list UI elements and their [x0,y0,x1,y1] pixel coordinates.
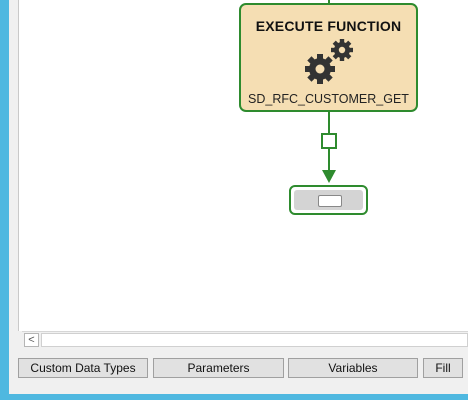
window-bottom-border [0,394,468,400]
end-node-body [294,190,363,210]
scroll-track[interactable] [41,333,468,347]
execute-function-node[interactable]: EXECUTE FUNCTION SD_RFC_CUSTOMER_GET [239,3,418,112]
tab-parameters[interactable]: Parameters [153,358,284,378]
end-node-slot [318,195,342,207]
connector-port[interactable] [321,133,337,149]
end-node[interactable] [289,185,368,215]
arrowhead-icon [322,170,336,183]
function-name-label: SD_RFC_CUSTOMER_GET [248,92,409,106]
node-title: EXECUTE FUNCTION [255,18,402,34]
tab-fill[interactable]: Fill [423,358,463,378]
gears-icon [305,39,353,84]
horizontal-scrollbar[interactable]: < [22,331,468,349]
scroll-left-button[interactable]: < [24,333,39,347]
window-left-border [0,0,9,400]
tab-variables[interactable]: Variables [288,358,418,378]
node-connector [321,112,337,183]
tab-custom-data-types[interactable]: Custom Data Types [18,358,148,378]
